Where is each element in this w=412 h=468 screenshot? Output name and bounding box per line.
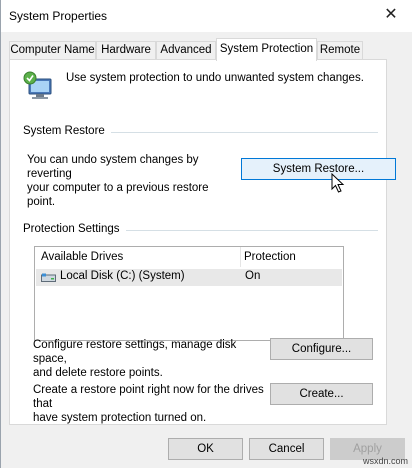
window-title: System Properties xyxy=(9,9,108,23)
table-row[interactable]: Local Disk (C:) (System) On xyxy=(36,269,342,286)
column-header-protection[interactable]: Protection xyxy=(244,247,296,267)
system-protection-panel: Use system protection to undo unwanted s… xyxy=(9,59,396,425)
create-description-line1: Create a restore point right now for the… xyxy=(33,384,264,410)
configure-description-line2: and delete restore points. xyxy=(33,367,163,379)
system-protection-icon xyxy=(23,71,52,99)
drive-protection-status: On xyxy=(245,270,261,282)
tab-computer-name[interactable]: Computer Name xyxy=(9,41,96,60)
local-disk-icon xyxy=(41,273,56,282)
create-description-line2: have system protection turned on. xyxy=(33,412,207,424)
tab-advanced[interactable]: Advanced xyxy=(156,41,216,60)
tab-hardware[interactable]: Hardware xyxy=(96,41,156,60)
cancel-button[interactable]: Cancel xyxy=(249,438,324,460)
configure-description-line1: Configure restore settings, manage disk … xyxy=(33,339,237,365)
drive-name: Local Disk (C:) (System) xyxy=(60,270,185,282)
configure-button[interactable]: Configure... xyxy=(270,338,373,360)
configure-description: Configure restore settings, manage disk … xyxy=(33,338,263,380)
system-restore-description-line2: your computer to a previous restore poin… xyxy=(27,182,209,208)
system-restore-description-line1: You can undo system changes by reverting xyxy=(27,154,199,180)
drives-list[interactable]: Available Drives Protection Local Disk (… xyxy=(34,246,344,341)
system-properties-window: System Properties ✕ Computer Name Hardwa… xyxy=(0,0,412,468)
site-watermark: wsxdn.com xyxy=(362,456,408,466)
tab-system-protection[interactable]: System Protection xyxy=(216,38,317,61)
intro-description: Use system protection to undo unwanted s… xyxy=(66,72,364,84)
system-restore-button[interactable]: System Restore... xyxy=(241,158,396,180)
title-bar: System Properties ✕ xyxy=(1,0,412,32)
column-separator xyxy=(240,247,241,267)
tab-remote[interactable]: Remote xyxy=(317,41,363,60)
create-button[interactable]: Create... xyxy=(270,383,373,405)
ok-button[interactable]: OK xyxy=(168,438,243,460)
protection-settings-group-title: Protection Settings xyxy=(23,223,126,235)
column-header-available-drives[interactable]: Available Drives xyxy=(41,247,123,267)
dialog-buttons: OK Cancel Apply xyxy=(1,438,412,462)
close-icon[interactable]: ✕ xyxy=(381,5,401,25)
create-description: Create a restore point right now for the… xyxy=(33,383,273,425)
mouse-cursor-icon xyxy=(331,173,345,193)
system-restore-group-title: System Restore xyxy=(23,125,111,137)
system-restore-description: You can undo system changes by reverting… xyxy=(27,153,237,209)
